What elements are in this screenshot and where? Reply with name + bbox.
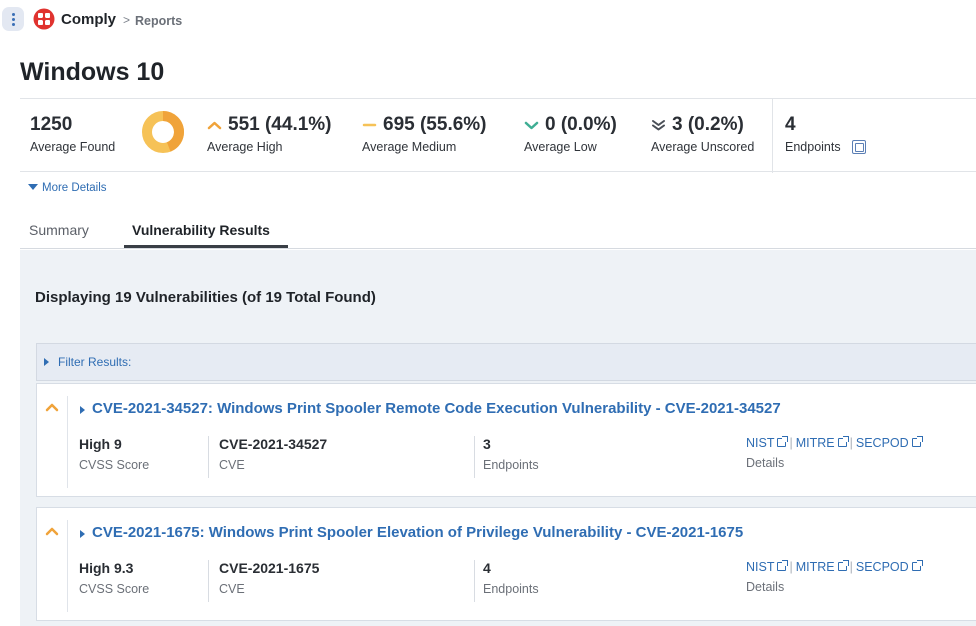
- cve-id: CVE-2021-34527: [219, 436, 328, 452]
- cve-cell: CVE-2021-34527 CVE: [219, 436, 327, 472]
- cvss-score-label: CVSS Score: [79, 582, 150, 596]
- tab-vulnerability-results[interactable]: Vulnerability Results: [132, 222, 270, 238]
- endpoints-label: Endpoints: [483, 582, 539, 596]
- more-options-icon[interactable]: [2, 7, 24, 31]
- external-link-icon: [911, 436, 923, 447]
- divider: [208, 436, 209, 478]
- stat-label: Average Unscored: [651, 140, 755, 154]
- chevron-up-high-icon: [207, 121, 222, 130]
- external-link-icon: [777, 436, 789, 447]
- filter-results-label: Filter Results:: [58, 355, 132, 369]
- severity-donut-chart: [142, 111, 184, 153]
- stat-value: 551 (44.1%): [228, 114, 332, 135]
- stat-label: Endpoints: [785, 140, 841, 154]
- top-bar: Comply > Reports: [0, 0, 976, 40]
- filter-results-toggle[interactable]: Filter Results:: [36, 343, 976, 381]
- chevron-down-low-icon: [524, 121, 539, 130]
- link-separator: |: [849, 436, 853, 450]
- divider: [474, 560, 475, 602]
- summary-stats: 1250 Average Found 551 (44.1%) Average H…: [20, 98, 976, 173]
- details-label: Details: [746, 580, 785, 594]
- app-name[interactable]: Comply: [61, 11, 116, 28]
- chevron-up-high-icon: [45, 403, 59, 412]
- nist-link[interactable]: NIST: [746, 436, 789, 450]
- vulnerability-card: CVE-2021-34527: Windows Print Spooler Re…: [36, 383, 976, 497]
- vulnerability-title-link[interactable]: CVE-2021-1675: Windows Print Spooler Ele…: [92, 524, 743, 541]
- external-link-icon: [777, 560, 789, 571]
- results-panel: Displaying 19 Vulnerabilities (of 19 Tot…: [20, 250, 976, 626]
- stat-label: Average Medium: [362, 140, 457, 154]
- stat-value: 695 (55.6%): [383, 114, 487, 135]
- stat-label: Average Found: [30, 140, 116, 154]
- divider: [772, 99, 773, 173]
- caret-down-icon: [28, 184, 38, 190]
- link-separator: |: [789, 436, 793, 450]
- stat-label: Average Low: [524, 140, 597, 154]
- details-label: Details: [746, 456, 785, 470]
- comply-logo-icon: [33, 8, 55, 30]
- cvss-score-cell: High 9 CVSS Score: [79, 436, 149, 472]
- more-details-label: More Details: [42, 182, 107, 194]
- divider: [67, 520, 68, 612]
- stat-label: Average High: [207, 140, 283, 154]
- tab-summary[interactable]: Summary: [29, 222, 89, 238]
- details-cell: NIST | MITRE | SECPOD Details: [746, 436, 923, 470]
- secpod-link[interactable]: SECPOD: [856, 560, 923, 574]
- endpoints-cell: 3 Endpoints: [483, 436, 539, 472]
- cve-label: CVE: [219, 458, 245, 472]
- details-cell: NIST | MITRE | SECPOD Details: [746, 560, 923, 594]
- endpoints-count: 3: [483, 436, 491, 452]
- divider: [474, 436, 475, 478]
- breadcrumb-separator: >: [123, 13, 131, 27]
- tabs: Summary Vulnerability Results: [20, 214, 976, 249]
- caret-right-icon: [44, 358, 49, 366]
- cve-label: CVE: [219, 582, 245, 596]
- cvss-score: High 9: [79, 436, 122, 452]
- vulnerability-title-link[interactable]: CVE-2021-34527: Windows Print Spooler Re…: [92, 400, 781, 417]
- caret-right-icon[interactable]: [80, 530, 85, 538]
- double-chevron-down-icon: [652, 119, 665, 131]
- breadcrumb-reports[interactable]: Reports: [135, 14, 182, 28]
- cve-id: CVE-2021-1675: [219, 560, 320, 576]
- vulnerability-card: CVE-2021-1675: Windows Print Spooler Ele…: [36, 507, 976, 621]
- page-title: Windows 10: [20, 58, 165, 86]
- secpod-link[interactable]: SECPOD: [856, 436, 923, 450]
- stat-value: 1250: [30, 114, 73, 135]
- more-details-toggle[interactable]: More Details: [28, 182, 107, 194]
- caret-right-icon[interactable]: [80, 406, 85, 414]
- mitre-link[interactable]: MITRE: [796, 436, 849, 450]
- external-link-icon: [911, 560, 923, 571]
- cve-cell: CVE-2021-1675 CVE: [219, 560, 319, 596]
- stat-value: 4: [785, 114, 796, 135]
- stat-value: 3 (0.2%): [672, 114, 744, 135]
- nist-link[interactable]: NIST: [746, 560, 789, 574]
- link-separator: |: [849, 560, 853, 574]
- stat-value: 0 (0.0%): [545, 114, 617, 135]
- results-heading: Displaying 19 Vulnerabilities (of 19 Tot…: [35, 289, 376, 306]
- active-tab-indicator: [124, 245, 288, 248]
- external-link-icon: [837, 436, 849, 447]
- link-separator: |: [789, 560, 793, 574]
- chevron-up-high-icon: [45, 527, 59, 536]
- cvss-score-cell: High 9.3 CVSS Score: [79, 560, 149, 596]
- mitre-link[interactable]: MITRE: [796, 560, 849, 574]
- cvss-score: High 9.3: [79, 560, 134, 576]
- dash-medium-icon: [362, 123, 377, 127]
- cvss-score-label: CVSS Score: [79, 458, 150, 472]
- endpoints-label: Endpoints: [483, 458, 539, 472]
- divider: [67, 396, 68, 488]
- divider: [208, 560, 209, 602]
- endpoints-icon[interactable]: [852, 140, 866, 154]
- endpoints-count: 4: [483, 560, 491, 576]
- external-link-icon: [837, 560, 849, 571]
- endpoints-cell: 4 Endpoints: [483, 560, 539, 596]
